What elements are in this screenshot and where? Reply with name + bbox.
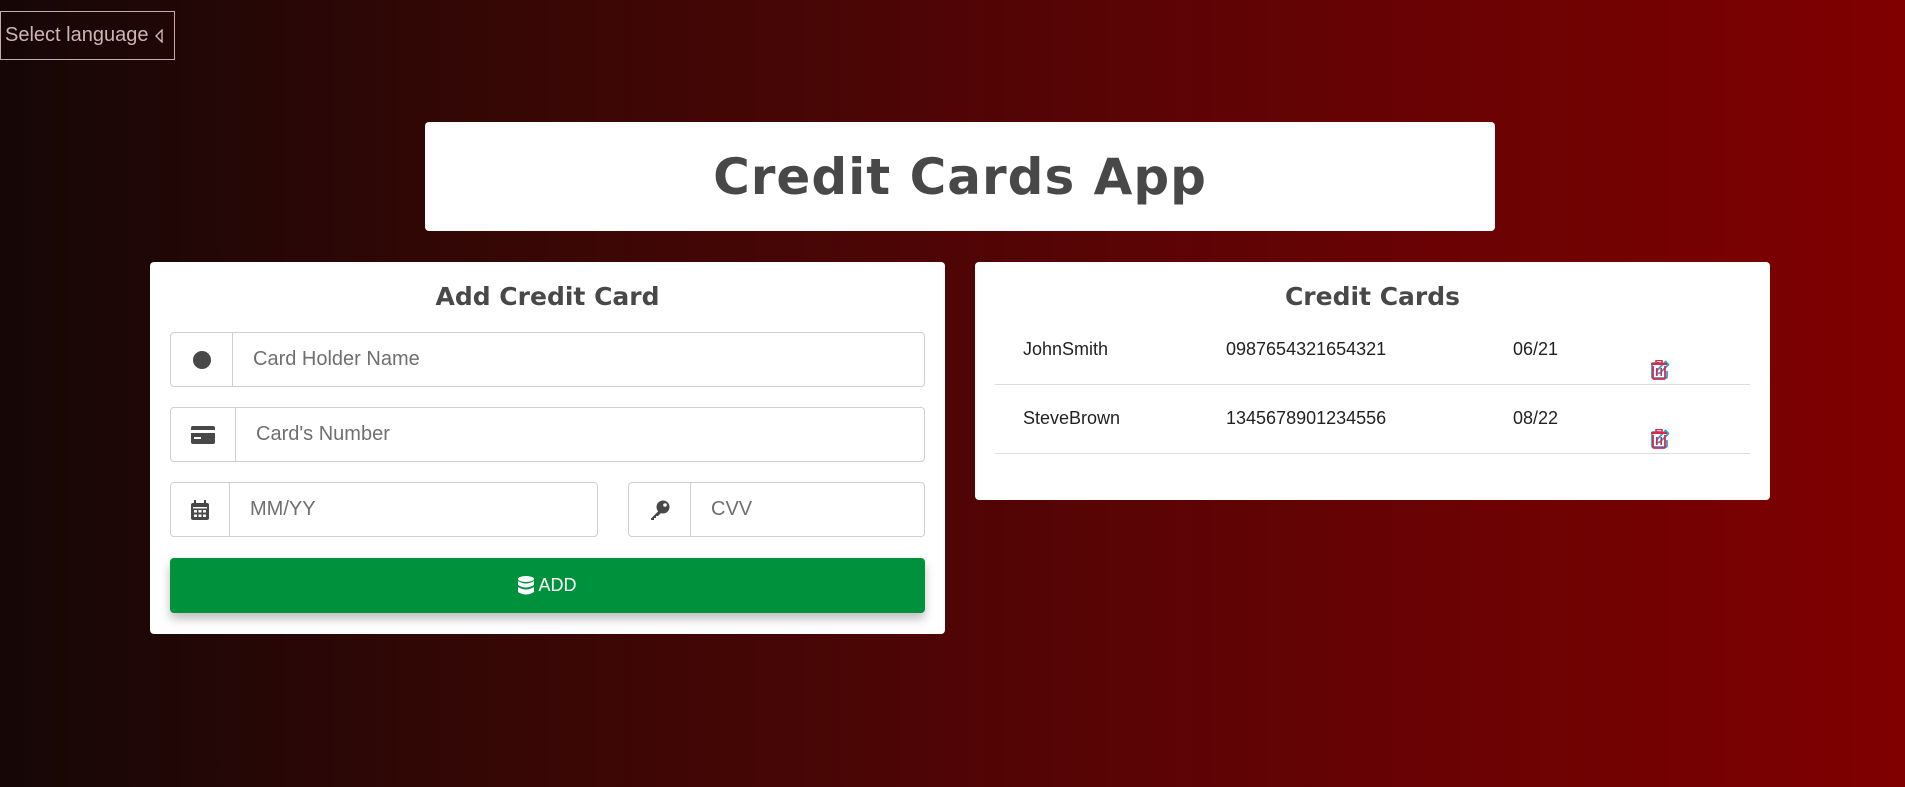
expiry-input[interactable] <box>230 483 597 536</box>
credit-card-icon <box>171 408 236 461</box>
card-expiry: 06/21 <box>1513 339 1559 359</box>
card-row: SteveBrown 1345678901234556 08/22 <box>995 384 1750 454</box>
holder-name-group <box>170 332 925 387</box>
expiry-group <box>170 482 598 537</box>
page-title: Credit Cards App <box>713 147 1207 206</box>
language-selector-label: Select language <box>5 24 149 46</box>
caret-left-icon <box>155 28 164 43</box>
cards-list-panel: Credit Cards JohnSmith 0987654321654321 … <box>975 262 1770 500</box>
add-card-title: Add Credit Card <box>435 282 660 311</box>
add-button-label: ADD <box>538 575 577 595</box>
card-holder-name: JohnSmith <box>1023 339 1109 359</box>
language-selector[interactable]: Select language <box>0 11 175 60</box>
calendar-icon <box>171 483 230 536</box>
holder-name-input[interactable] <box>233 333 924 386</box>
card-number: 1345678901234556 <box>1226 408 1387 428</box>
card-number-input[interactable] <box>236 408 924 461</box>
delete-icon[interactable] <box>1650 409 1670 449</box>
card-row: JohnSmith 0987654321654321 06/21 <box>995 315 1750 385</box>
key-icon <box>629 483 691 536</box>
database-icon <box>518 576 535 595</box>
card-number: 0987654321654321 <box>1226 339 1387 359</box>
cvv-input[interactable] <box>691 483 978 536</box>
card-holder-name: SteveBrown <box>1023 408 1121 428</box>
card-number-group <box>170 407 925 462</box>
cvv-group <box>628 482 978 537</box>
app-header: Credit Cards App <box>425 122 1495 231</box>
add-button[interactable]: ADD <box>170 558 925 613</box>
cards-list-title: Credit Cards <box>1284 282 1461 311</box>
delete-icon[interactable] <box>1650 340 1670 380</box>
add-card-panel: Add Credit Card Card Holder Name Card's … <box>150 262 978 634</box>
circle-icon <box>171 333 233 386</box>
card-expiry: 08/22 <box>1513 408 1559 428</box>
